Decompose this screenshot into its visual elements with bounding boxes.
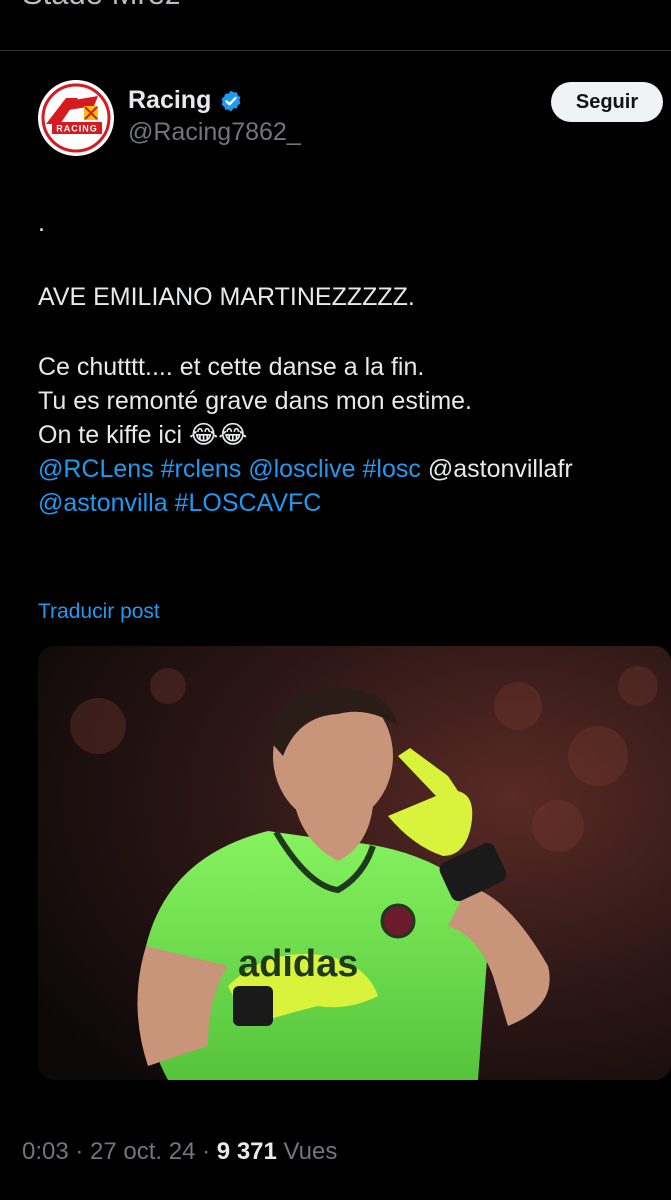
hashtag-rclens[interactable]: #rclens [161,455,242,483]
mention-rclens[interactable]: @RCLens [38,455,154,483]
laughing-emoji-icon: 😂😂 [189,421,248,449]
tweet-meta: 0:03 · 27 oct. 24 · 9 371 Vues [22,1138,337,1166]
hashtag-loscavfc[interactable]: #LOSCAVFC [175,489,322,517]
meta-separator: · [68,1138,91,1165]
mention-astonvilla[interactable]: @astonvilla [38,489,168,517]
tweet-text: . AVE EMILIANO MARTINEZZZZZ. Ce chutttt.… [38,206,668,520]
mention-astonvillafr: @astonvillafr [427,455,573,483]
svg-text:RACING: RACING [56,124,98,134]
author-handle[interactable]: @Racing7862_ [128,118,301,147]
tweet-line-3: On te kiffe ici 😂😂 [38,418,668,452]
author-avatar[interactable]: RACING [38,80,114,156]
racing-logo-icon: RACING [39,81,113,155]
views-label: Vues [283,1138,338,1165]
kit-sponsor-text: adidas [238,943,358,985]
author-name-row[interactable]: Racing [128,86,243,115]
tweet-media-image[interactable]: adidas [38,646,671,1080]
tweet-line-3-text: On te kiffe ici [38,421,183,449]
meta-separator: · [195,1138,217,1165]
goalkeeper-photo: adidas [38,646,671,1080]
tweet-links-line-1: @RCLens #rclens @losclive #losc @astonvi… [38,452,668,486]
mention-losclive[interactable]: @losclive [248,455,355,483]
verified-badge-icon [221,90,241,111]
tweet-time[interactable]: 0:03 [22,1138,69,1165]
tweet-dot: . [38,209,45,237]
translate-post-link[interactable]: Traducir post [38,600,160,624]
divider [0,50,671,51]
tweet-date[interactable]: 27 oct. 24 [90,1138,195,1165]
follow-button[interactable]: Seguir [551,82,663,122]
previous-post-fragment: Stade Mrez [22,0,181,12]
tweet-line-2: Tu es remonté grave dans mon estime. [38,387,472,415]
author-display-name[interactable]: Racing [128,86,211,115]
tweet-headline: AVE EMILIANO MARTINEZZZZZ. [38,283,415,311]
hashtag-losc[interactable]: #losc [363,455,421,483]
views-count: 9 371 [216,1138,277,1165]
tweet-links-line-2: @astonvilla #LOSCAVFC [38,486,668,520]
tweet-line-1: Ce chutttt.... et cette danse a la fin. [38,353,425,381]
